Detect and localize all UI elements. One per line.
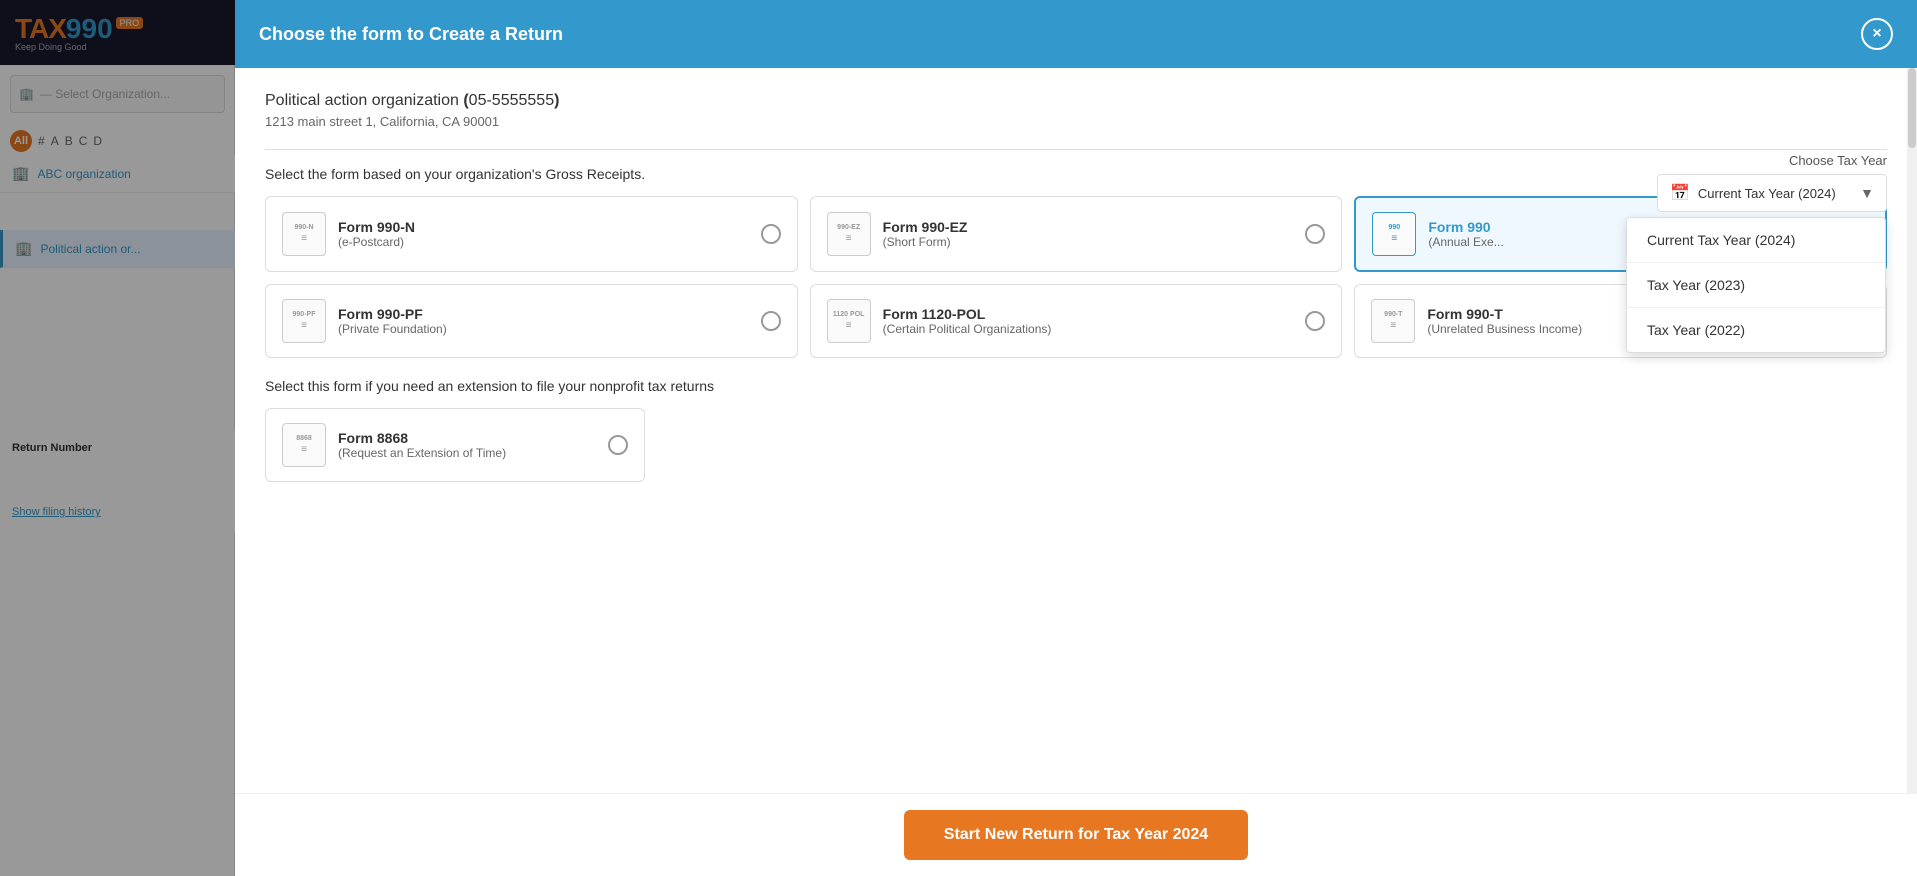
form-desc-990ez: (Short Form) <box>883 235 968 249</box>
radio-990ez[interactable] <box>1305 224 1325 244</box>
form-desc-990: (Annual Exe... <box>1428 235 1503 249</box>
form-name-8868: Form 8868 <box>338 430 506 446</box>
form-icon-1120pol: 1120 POL ≡ <box>827 299 871 343</box>
modal-close-button[interactable]: × <box>1861 18 1893 50</box>
form-name-990: Form 990 <box>1428 219 1503 235</box>
form-name-990pf: Form 990-PF <box>338 306 447 322</box>
tax-year-dropdown-menu: Current Tax Year (2024) Tax Year (2023) … <box>1626 217 1886 353</box>
form-name-990ez: Form 990-EZ <box>883 219 968 235</box>
org-info: Political action organization (05-555555… <box>265 92 1887 129</box>
form-info-990: Form 990 (Annual Exe... <box>1428 219 1503 249</box>
form-desc-1120pol: (Certain Political Organizations) <box>883 322 1052 336</box>
form-desc-990pf: (Private Foundation) <box>338 322 447 336</box>
radio-990n[interactable] <box>761 224 781 244</box>
radio-8868[interactable] <box>608 435 628 455</box>
form-info-8868: Form 8868 (Request an Extension of Time) <box>338 430 506 460</box>
radio-1120pol[interactable] <box>1305 311 1325 331</box>
scrollbar-thumb[interactable] <box>1908 68 1916 148</box>
form-card-8868[interactable]: 8868 ≡ Form 8868 (Request an Extension o… <box>265 408 645 482</box>
dropdown-option-2022[interactable]: Tax Year (2022) <box>1627 308 1885 352</box>
form-desc-990n: (e-Postcard) <box>338 235 415 249</box>
form-name-990t: Form 990-T <box>1427 306 1582 322</box>
form-card-990pf[interactable]: 990-PF ≡ Form 990-PF (Private Foundation… <box>265 284 798 358</box>
form-icon-990n: 990-N ≡ <box>282 212 326 256</box>
form-info-990ez: Form 990-EZ (Short Form) <box>883 219 968 249</box>
form-info-990n: Form 990-N (e-Postcard) <box>338 219 415 249</box>
form-name-1120pol: Form 1120-POL <box>883 306 1052 322</box>
org-ein: 05-5555555 <box>469 92 554 109</box>
tax-year-section: Choose Tax Year 📅 Current Tax Year (2024… <box>1657 153 1887 212</box>
form-card-990n[interactable]: 990-N ≡ Form 990-N (e-Postcard) <box>265 196 798 272</box>
form-card-left-990ez: 990-EZ ≡ Form 990-EZ (Short Form) <box>827 212 968 256</box>
form-card-left-990t: 990-T ≡ Form 990-T (Unrelated Business I… <box>1371 299 1582 343</box>
tax-year-dropdown[interactable]: 📅 Current Tax Year (2024) ▼ Current Tax … <box>1657 174 1887 212</box>
form-icon-990ez: 990-EZ ≡ <box>827 212 871 256</box>
scrollbar-track[interactable] <box>1907 68 1917 793</box>
form-icon-8868: 8868 ≡ <box>282 423 326 467</box>
form-info-990pf: Form 990-PF (Private Foundation) <box>338 306 447 336</box>
calendar-icon: 📅 <box>1670 183 1690 203</box>
form-info-1120pol: Form 1120-POL (Certain Political Organiz… <box>883 306 1052 336</box>
extension-section-label: Select this form if you need an extensio… <box>265 378 1887 394</box>
radio-990pf[interactable] <box>761 311 781 331</box>
start-return-button[interactable]: Start New Return for Tax Year 2024 <box>904 810 1248 860</box>
modal-footer: Start New Return for Tax Year 2024 <box>235 793 1917 876</box>
dropdown-option-2023[interactable]: Tax Year (2023) <box>1627 263 1885 308</box>
dropdown-option-2024[interactable]: Current Tax Year (2024) <box>1627 218 1885 263</box>
form-card-left-990n: 990-N ≡ Form 990-N (e-Postcard) <box>282 212 415 256</box>
tax-year-label: Choose Tax Year <box>1789 153 1887 168</box>
form-desc-8868: (Request an Extension of Time) <box>338 446 506 460</box>
form-info-990t: Form 990-T (Unrelated Business Income) <box>1427 306 1582 336</box>
form-icon-990: 990 ≡ <box>1372 212 1416 256</box>
modal-create-return: Choose the form to Create a Return × Pol… <box>235 0 1917 876</box>
form-card-left-1120pol: 1120 POL ≡ Form 1120-POL (Certain Politi… <box>827 299 1052 343</box>
form-card-left-990: 990 ≡ Form 990 (Annual Exe... <box>1372 212 1503 256</box>
org-name-text: Political action organization <box>265 92 459 109</box>
form-desc-990t: (Unrelated Business Income) <box>1427 322 1582 336</box>
form-card-left-8868: 8868 ≡ Form 8868 (Request an Extension o… <box>282 423 506 467</box>
modal-body: Political action organization (05-555555… <box>235 68 1917 793</box>
extension-section: Select this form if you need an extensio… <box>265 378 1887 482</box>
org-address: 1213 main street 1, California, CA 90001 <box>265 114 1887 129</box>
dropdown-arrow-icon: ▼ <box>1860 185 1874 201</box>
form-name-990n: Form 990-N <box>338 219 415 235</box>
form-card-1120pol[interactable]: 1120 POL ≡ Form 1120-POL (Certain Politi… <box>810 284 1343 358</box>
org-name: Political action organization (05-555555… <box>265 92 1887 110</box>
form-card-left-990pf: 990-PF ≡ Form 990-PF (Private Foundation… <box>282 299 447 343</box>
modal-header: Choose the form to Create a Return × <box>235 0 1917 68</box>
section-divider <box>265 149 1887 150</box>
modal-title: Choose the form to Create a Return <box>259 24 563 45</box>
form-icon-990t: 990-T ≡ <box>1371 299 1415 343</box>
form-card-990ez[interactable]: 990-EZ ≡ Form 990-EZ (Short Form) <box>810 196 1343 272</box>
tax-year-selected-value: Current Tax Year (2024) <box>1698 186 1852 201</box>
forms-section-label: Select the form based on your organizati… <box>265 166 1887 182</box>
form-icon-990pf: 990-PF ≡ <box>282 299 326 343</box>
